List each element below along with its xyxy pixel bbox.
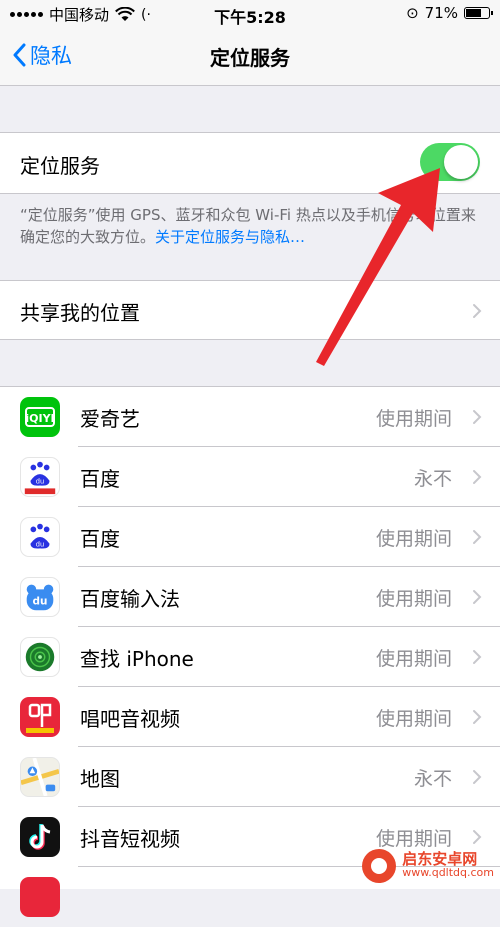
chevron-right-icon — [473, 304, 482, 318]
watermark: 启东安卓网 www.qdltdq.com — [362, 849, 494, 883]
app-name: 查找 iPhone — [80, 647, 194, 671]
status-right: ⊙ 71% — [406, 4, 493, 22]
app-permission: 使用期间 — [375, 408, 452, 430]
chevron-right-icon — [473, 410, 482, 424]
app-row-baidu[interactable]: du 百度 永不 — [0, 447, 500, 507]
app-name: 百度 — [80, 527, 120, 551]
app-permission: 使用期间 — [375, 528, 452, 550]
chevron-right-icon — [473, 770, 482, 784]
app-list: iQIYI 爱奇艺 使用期间 du 百度 永不 du 百度 使用期间 du 百度… — [0, 386, 500, 917]
app-permission: 永不 — [413, 768, 452, 790]
app-permission: 使用期间 — [375, 588, 452, 610]
baidu-icon: du — [20, 457, 60, 497]
app-row-iqiyi[interactable]: iQIYI 爱奇艺 使用期间 — [0, 387, 500, 447]
find-iphone-icon — [20, 637, 60, 677]
app-name: 百度 — [80, 467, 120, 491]
app-icon — [20, 877, 60, 917]
watermark-title: 启东安卓网 — [402, 850, 478, 868]
chevron-right-icon — [473, 830, 482, 844]
share-location-row[interactable]: 共享我的位置 — [0, 280, 500, 340]
app-row-baidu-input[interactable]: du 百度输入法 使用期间 — [0, 567, 500, 627]
navigation-bar: 隐私 定位服务 — [0, 28, 500, 86]
app-permission: 使用期间 — [375, 708, 452, 730]
watermark-text: 启东安卓网 www.qdltdq.com — [402, 850, 494, 880]
app-name: 抖音短视频 — [80, 827, 180, 851]
app-row-find-iphone[interactable]: 查找 iPhone 使用期间 — [0, 627, 500, 687]
location-services-description: “定位服务”使用 GPS、蓝牙和众包 Wi-Fi 热点以及手机信号塔位置来确定您… — [20, 204, 480, 248]
location-services-toggle[interactable] — [420, 143, 480, 181]
battery-icon — [464, 7, 493, 19]
app-name: 百度输入法 — [80, 587, 180, 611]
status-bar: 中国移动 (· 下午5:28 ⊙ 71% — [0, 0, 500, 28]
watermark-url: www.qdltdq.com — [402, 866, 494, 879]
baidu-icon: du — [20, 517, 60, 557]
svg-text:iQIYI: iQIYI — [25, 412, 54, 425]
watermark-logo-icon — [362, 849, 397, 883]
svg-text:du: du — [33, 596, 48, 608]
share-location-label: 共享我的位置 — [20, 301, 140, 325]
page-title: 定位服务 — [210, 46, 290, 70]
battery-percent: 71% — [424, 4, 458, 22]
app-permission: 使用期间 — [375, 828, 452, 850]
app-permission: 永不 — [413, 468, 452, 490]
chevron-right-icon — [473, 710, 482, 724]
location-services-group: 定位服务 — [0, 132, 500, 194]
maps-icon — [20, 757, 60, 797]
app-row-baidu-2[interactable]: du 百度 使用期间 — [0, 507, 500, 567]
app-name: 爱奇艺 — [80, 407, 140, 431]
iqiyi-icon: iQIYI — [20, 397, 60, 437]
douyin-icon — [20, 817, 60, 857]
toggle-knob — [444, 145, 478, 179]
svg-text:du: du — [36, 541, 44, 549]
chevron-right-icon — [473, 470, 482, 484]
changba-icon — [20, 697, 60, 737]
app-row-maps[interactable]: 地图 永不 — [0, 747, 500, 807]
svg-text:du: du — [36, 478, 44, 486]
chevron-right-icon — [473, 590, 482, 604]
chevron-right-icon — [473, 530, 482, 544]
chevron-right-icon — [473, 650, 482, 664]
rotation-lock-icon: ⊙ — [406, 4, 419, 22]
baidu-input-icon: du — [20, 577, 60, 617]
app-name: 地图 — [80, 767, 120, 791]
location-services-label: 定位服务 — [20, 154, 100, 178]
app-permission: 使用期间 — [375, 648, 452, 670]
app-name: 唱吧音视频 — [80, 707, 180, 731]
app-row-changba[interactable]: 唱吧音视频 使用期间 — [0, 687, 500, 747]
privacy-link[interactable]: 关于定位服务与隐私… — [155, 228, 305, 246]
